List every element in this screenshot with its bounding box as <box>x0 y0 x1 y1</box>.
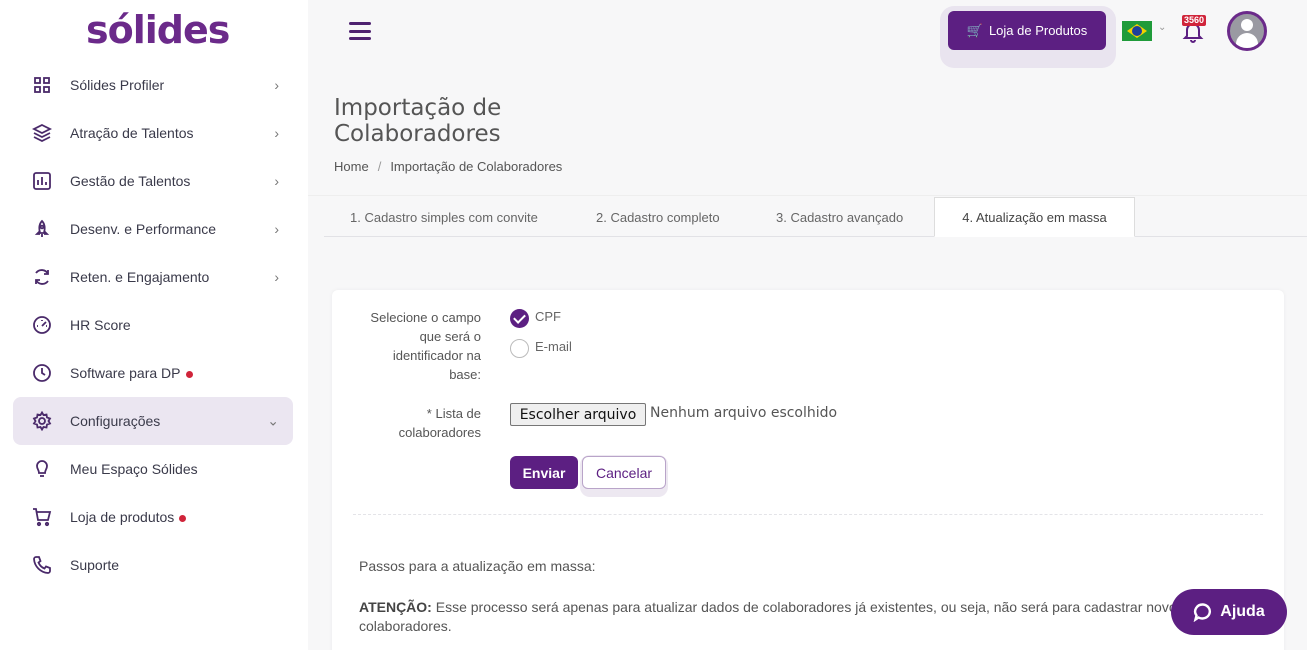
sidebar-item-gestao-talentos[interactable]: Gestão de Talentos › <box>13 157 293 205</box>
brand-logo[interactable]: sólides <box>86 8 230 52</box>
hamburger-line <box>349 29 371 33</box>
breadcrumb: Home / Importação de Colaboradores <box>334 159 562 174</box>
rocket-icon <box>31 218 53 240</box>
help-button-label: Ajuda <box>1220 603 1265 620</box>
cpf-radio[interactable] <box>510 309 529 328</box>
chat-bubble-icon <box>1193 603 1212 622</box>
breadcrumb-current: Importação de Colaboradores <box>390 159 563 174</box>
sidebar-item-label: Desenv. e Performance <box>70 221 217 237</box>
sidebar-item-reten-engajamento[interactable]: Reten. e Engajamento › <box>13 253 293 301</box>
file-status: Nenhum arquivo escolhido <box>650 405 838 421</box>
refresh-icon <box>31 266 53 288</box>
sidebar-item-label: Suporte <box>70 557 120 573</box>
gear-icon <box>31 410 53 432</box>
chevron-right-icon: › <box>274 221 279 237</box>
sidebar-item-label: Atração de Talentos <box>70 125 194 141</box>
notifications-button[interactable]: 3560 <box>1180 15 1207 43</box>
tab-atualizacao-massa[interactable]: 4. Atualização em massa <box>934 197 1135 237</box>
attention-text: Esse processo será apenas para atualizar… <box>435 599 1179 615</box>
sidebar-item-hr-score[interactable]: HR Score <box>13 301 293 349</box>
menu-toggle-button[interactable] <box>349 22 371 40</box>
store-button-label: Loja de Produtos <box>988 23 1088 38</box>
gauge-icon <box>31 314 53 336</box>
cart-icon: 🛒 <box>966 22 983 38</box>
sidebar-item-label: Software para DP <box>70 365 193 381</box>
brazil-flag-icon[interactable] <box>1122 21 1152 41</box>
cpf-radio-label[interactable]: CPF <box>535 309 561 324</box>
layers-icon <box>31 122 53 144</box>
cart-icon <box>31 506 53 528</box>
chevron-right-icon: › <box>274 125 279 141</box>
grid-icon <box>31 74 53 96</box>
flag-circle <box>1132 26 1142 36</box>
steps-title: Passos para a atualização em massa: <box>359 558 596 574</box>
clock-icon <box>31 362 53 384</box>
phone-icon <box>31 554 53 576</box>
attention-text-2: colaboradores. <box>359 618 452 634</box>
chevron-down-icon: ⌄ <box>267 412 279 429</box>
section-divider <box>353 514 1263 515</box>
choose-file-button[interactable]: Escolher arquivo <box>510 403 646 426</box>
sidebar-item-label: HR Score <box>70 317 131 333</box>
lightbulb-icon <box>31 458 53 480</box>
tab-cadastro-avancado[interactable]: 3. Cadastro avançado <box>776 197 903 237</box>
sidebar-item-loja-produtos[interactable]: Loja de produtos <box>13 493 293 541</box>
sidebar-item-meu-espaco[interactable]: Meu Espaço Sólides <box>13 445 293 493</box>
sidebar-item-configuracoes[interactable]: Configurações ⌄ <box>13 397 293 445</box>
sidebar-item-label: Meu Espaço Sólides <box>70 461 198 477</box>
avatar[interactable] <box>1227 11 1267 51</box>
chevron-right-icon: › <box>274 173 279 189</box>
sidebar-item-label: Configurações <box>70 413 161 429</box>
bar-chart-icon <box>31 170 53 192</box>
sidebar-item-label: Loja de produtos <box>70 509 187 525</box>
chevron-down-icon[interactable]: ⌄ <box>1158 22 1166 33</box>
page-title: Importação de Colaboradores <box>334 95 502 147</box>
email-radio-label[interactable]: E-mail <box>535 339 572 354</box>
sidebar-menu: Sólides Profiler › Atração de Talentos ›… <box>13 61 293 589</box>
file-label: * Lista de colaboradores <box>398 406 481 440</box>
cancel-button[interactable]: Cancelar <box>582 456 666 489</box>
avatar-body <box>1236 33 1258 48</box>
notification-badge: 3560 <box>1182 15 1207 26</box>
breadcrumb-separator: / <box>377 159 382 174</box>
sidebar-item-label: Sólides Profiler <box>70 77 165 93</box>
hamburger-line <box>349 22 371 25</box>
tab-cadastro-completo[interactable]: 2. Cadastro completo <box>596 197 720 237</box>
sidebar: sólides Sólides Profiler › Atração de Ta… <box>0 0 308 650</box>
tab-cadastro-simples[interactable]: 1. Cadastro simples com convite <box>350 197 538 237</box>
attention-label: ATENÇÃO: <box>359 599 432 615</box>
tabs-top-divider <box>308 195 1307 196</box>
sidebar-item-desenv-performance[interactable]: Desenv. e Performance › <box>13 205 293 253</box>
email-radio[interactable] <box>510 339 529 358</box>
sidebar-item-solides-profiler[interactable]: Sólides Profiler › <box>13 61 293 109</box>
chevron-right-icon: › <box>274 77 279 93</box>
sidebar-item-atracao-talentos[interactable]: Atração de Talentos › <box>13 109 293 157</box>
breadcrumb-home[interactable]: Home <box>334 159 369 174</box>
attention-note: ATENÇÃO: Esse processo será apenas para … <box>359 598 1179 636</box>
identifier-label: Selecione o campo que será o identificad… <box>370 310 481 382</box>
store-button[interactable]: 🛒 Loja de Produtos <box>948 11 1106 50</box>
submit-button[interactable]: Enviar <box>510 456 578 489</box>
sidebar-item-software-dp[interactable]: Software para DP <box>13 349 293 397</box>
avatar-head <box>1241 19 1253 31</box>
sidebar-item-label: Gestão de Talentos <box>70 173 191 189</box>
chevron-right-icon: › <box>274 269 279 285</box>
new-dot <box>185 370 193 378</box>
new-dot <box>179 514 187 522</box>
sidebar-item-label: Reten. e Engajamento <box>70 269 210 285</box>
hamburger-line <box>349 37 371 40</box>
help-button[interactable]: Ajuda <box>1171 589 1287 635</box>
sidebar-item-suporte[interactable]: Suporte <box>13 541 293 589</box>
